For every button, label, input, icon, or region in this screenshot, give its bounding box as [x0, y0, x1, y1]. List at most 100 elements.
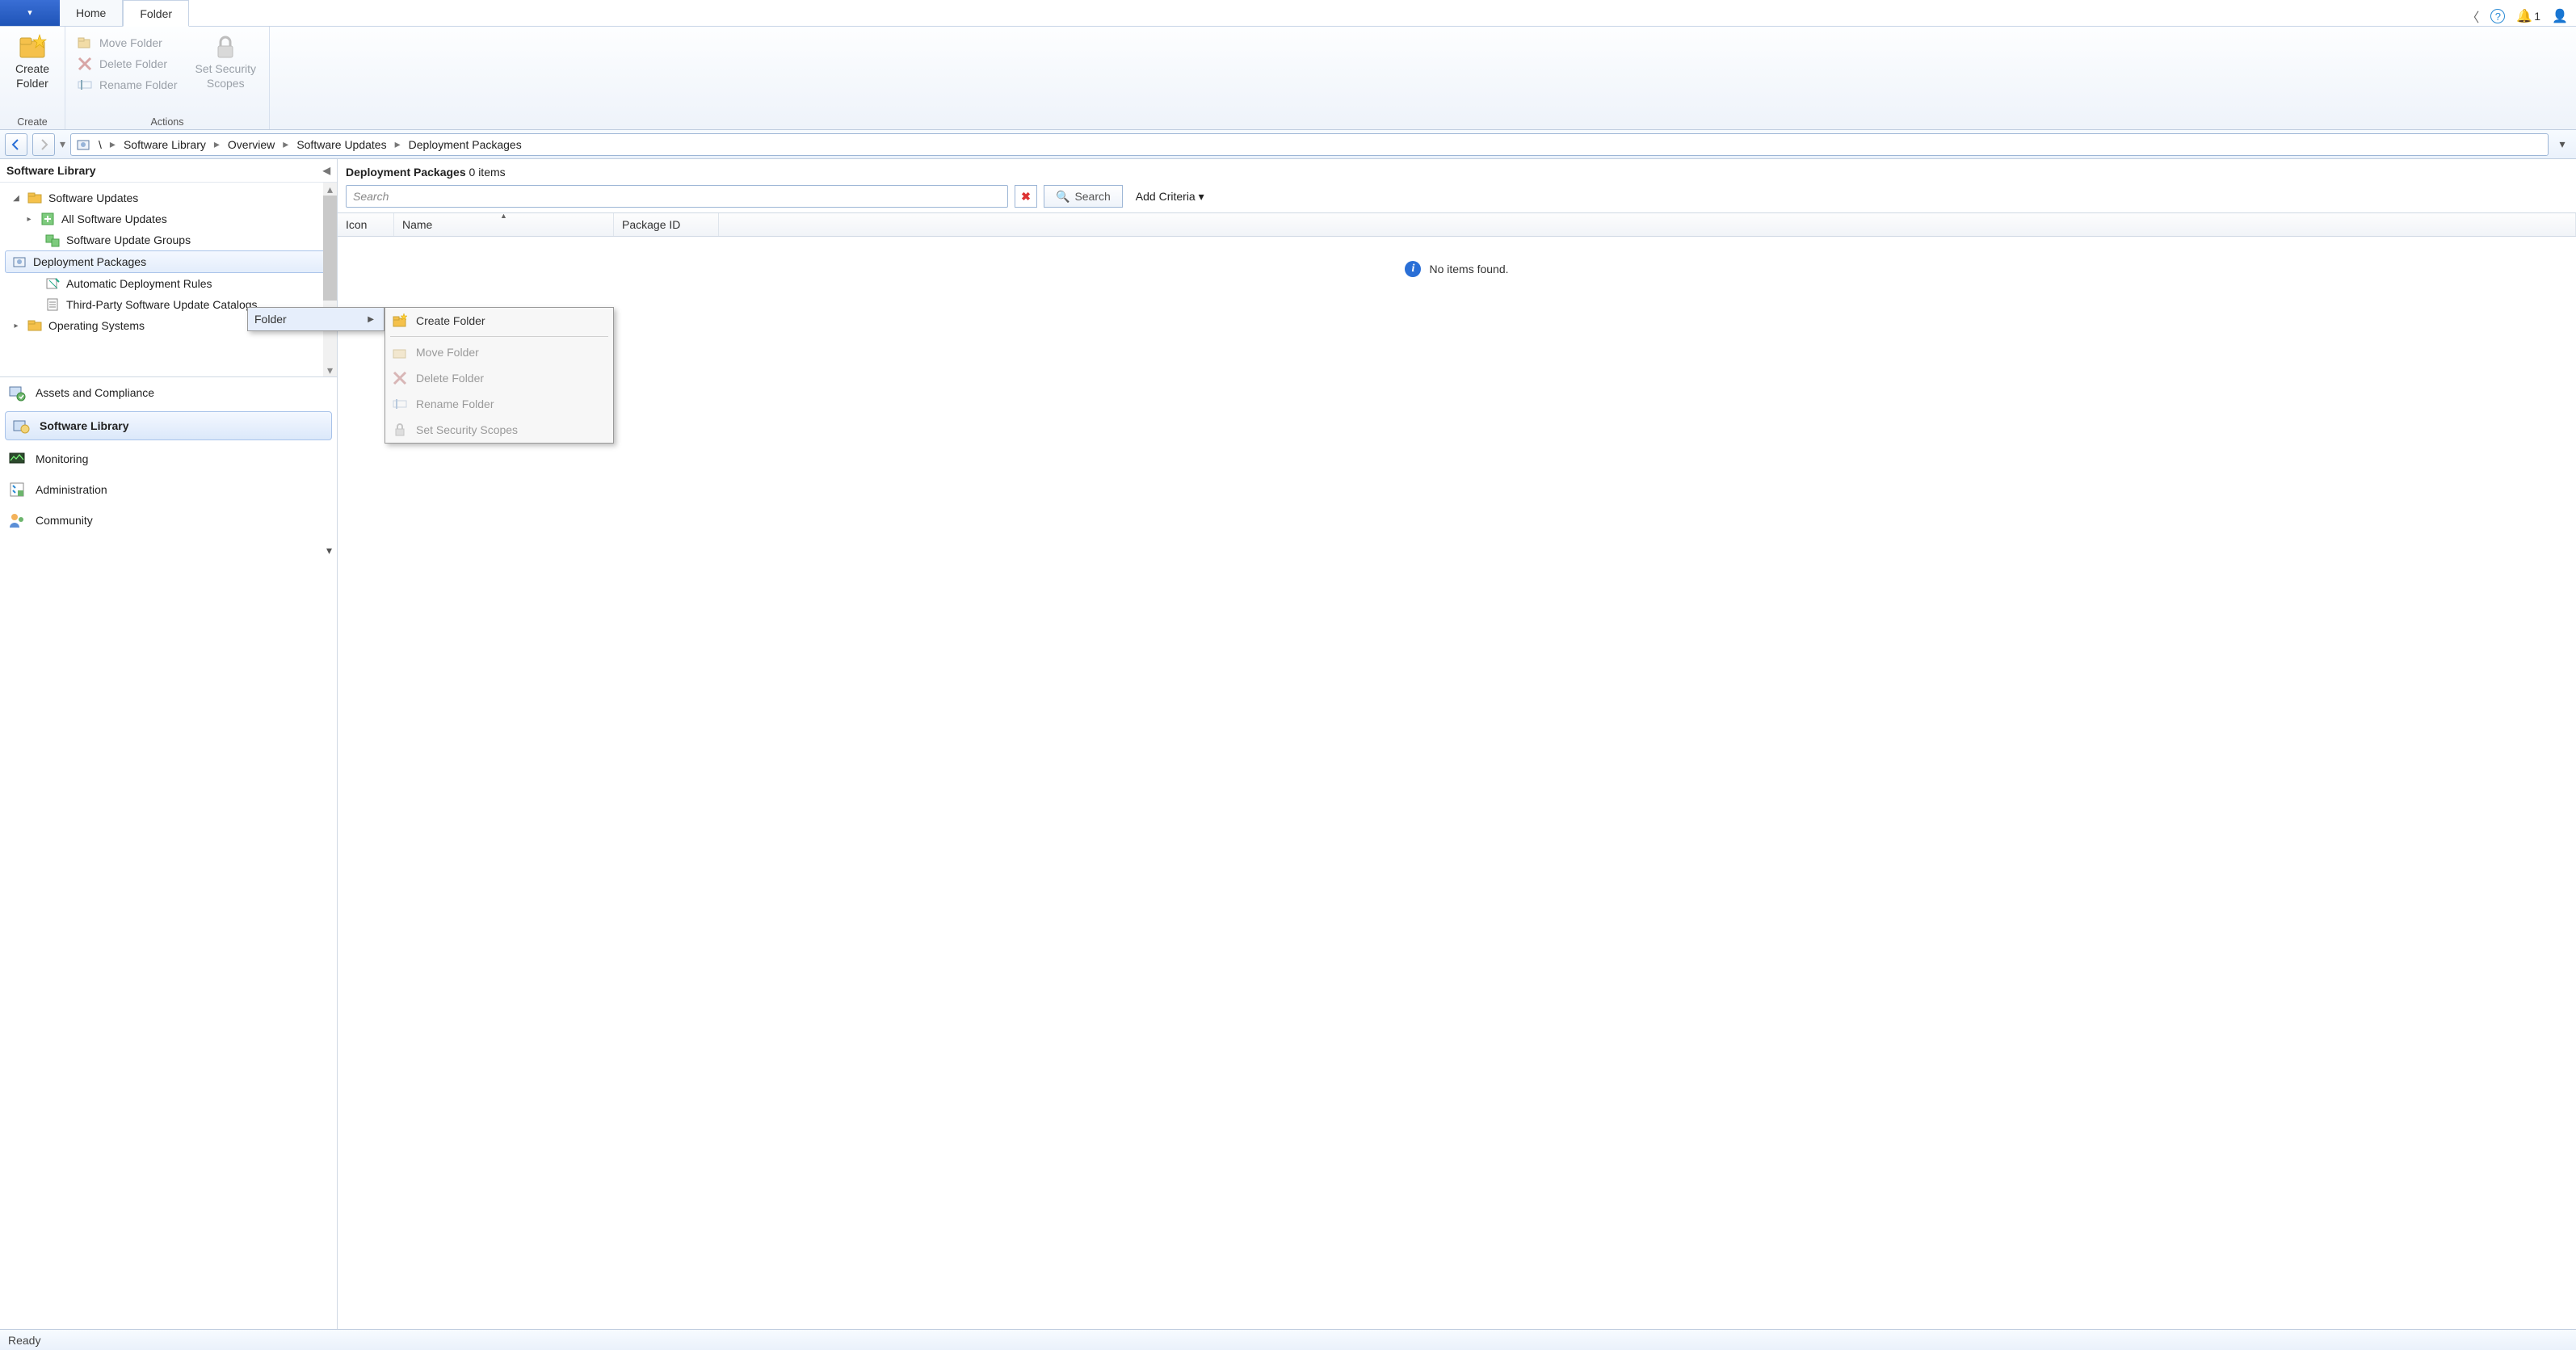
updates-icon: [40, 212, 55, 226]
rename-folder-label: Rename Folder: [99, 78, 178, 91]
wnav-monitoring[interactable]: Monitoring: [0, 444, 337, 474]
ctx-move-folder[interactable]: Move Folder: [385, 339, 613, 365]
set-security-scopes-button[interactable]: Set Security Scopes: [191, 30, 261, 93]
crumb-root[interactable]: \: [99, 138, 102, 151]
tree-software-updates[interactable]: ◢ Software Updates: [0, 187, 337, 208]
create-folder-label-2: Folder: [16, 77, 48, 90]
wnav-label: Administration: [36, 483, 107, 496]
crumb-software-updates[interactable]: Software Updates: [296, 138, 386, 151]
search-button[interactable]: 🔍 Search: [1044, 185, 1123, 208]
chevron-down-icon: ▾: [1199, 190, 1204, 203]
back-button[interactable]: [5, 133, 27, 156]
ctx-rename-folder[interactable]: Rename Folder: [385, 391, 613, 417]
tree-scroll-thumb[interactable]: [323, 196, 337, 301]
expand-icon[interactable]: ▸: [11, 322, 21, 330]
wnav-label: Software Library: [40, 419, 128, 432]
chevron-right-icon: ▸: [214, 137, 220, 151]
forward-button[interactable]: [32, 133, 55, 156]
empty-text: No items found.: [1429, 263, 1508, 275]
folder-icon: [27, 318, 42, 333]
add-criteria-button[interactable]: Add Criteria ▾: [1129, 190, 1204, 204]
move-folder-button[interactable]: Move Folder: [77, 35, 178, 51]
main-pane: Deployment Packages 0 items Search ✖ 🔍 S…: [338, 159, 2576, 1329]
crumb-software-library[interactable]: Software Library: [124, 138, 206, 151]
quick-access-dropdown[interactable]: [0, 0, 60, 26]
collapse-icon[interactable]: ◢: [11, 194, 21, 203]
scopes-label-1: Set Security: [195, 62, 256, 75]
create-folder-label-1: Create: [15, 62, 49, 75]
wnav-label: Monitoring: [36, 452, 88, 465]
search-icon: 🔍: [1056, 190, 1069, 204]
col-package-id[interactable]: Package ID: [614, 213, 719, 236]
breadcrumb[interactable]: \ ▸ Software Library ▸ Overview ▸ Softwa…: [70, 133, 2549, 156]
wnav-software-library[interactable]: Software Library: [5, 411, 332, 440]
tree-all-software-updates[interactable]: ▸ All Software Updates: [0, 208, 337, 229]
chevron-right-icon: ▸: [395, 137, 401, 151]
ctx-folder[interactable]: Folder: [248, 308, 384, 330]
ribbon-group-create: Create Folder Create: [0, 27, 65, 129]
ribbon-group-actions: Move Folder Delete Folder Rename Folder: [65, 27, 270, 129]
tree-scrollbar[interactable]: ▴ ▾: [323, 183, 337, 376]
ctx-folder-label: Folder: [254, 313, 287, 326]
titlebar-icons: 〈 ? 🔔1 👤: [2466, 6, 2576, 26]
ctx-delete-folder[interactable]: Delete Folder: [385, 365, 613, 391]
tree-software-update-groups[interactable]: Software Update Groups: [0, 229, 337, 250]
tree-automatic-deployment-rules[interactable]: Automatic Deployment Rules: [0, 273, 337, 294]
create-folder-button[interactable]: Create Folder: [8, 30, 57, 93]
wnav-community[interactable]: Community: [0, 505, 337, 536]
ribbon-collapse-icon[interactable]: 〈: [2466, 6, 2479, 26]
library-icon: [12, 417, 30, 435]
delete-folder-button[interactable]: Delete Folder: [77, 56, 178, 72]
status-bar: Ready: [0, 1329, 2576, 1350]
ctx-label: Create Folder: [416, 314, 485, 327]
delete-folder-label: Delete Folder: [99, 57, 167, 70]
feedback-icon[interactable]: 👤: [2552, 8, 2568, 24]
ctx-label: Set Security Scopes: [416, 423, 518, 436]
crumb-deployment-packages[interactable]: Deployment Packages: [409, 138, 522, 151]
crumb-overview[interactable]: Overview: [228, 138, 275, 151]
ribbon-group-create-label: Create: [17, 115, 48, 128]
col-name[interactable]: Name: [394, 213, 614, 236]
create-folder-icon: [17, 33, 48, 61]
search-input[interactable]: Search: [346, 185, 1008, 208]
deployment-packages-icon: [12, 254, 27, 269]
expand-icon[interactable]: ▸: [24, 215, 34, 224]
delete-folder-icon: [77, 56, 93, 72]
collapse-pane-icon[interactable]: ◀: [323, 165, 330, 176]
nav-tree: ▴ ▾ ◢ Software Updates ▸ All Software Up…: [0, 183, 337, 376]
ctx-separator: [390, 336, 608, 337]
tab-home[interactable]: Home: [60, 0, 123, 26]
ctx-create-folder[interactable]: Create Folder: [385, 308, 613, 334]
update-groups-icon: [45, 233, 60, 247]
wnav-assets[interactable]: Assets and Compliance: [0, 377, 337, 408]
main-title: Deployment Packages: [346, 166, 466, 179]
administration-icon: [8, 481, 26, 498]
tree-label: Software Update Groups: [66, 233, 191, 246]
chevron-right-icon: ▸: [110, 137, 116, 151]
tree-deployment-packages[interactable]: Deployment Packages: [5, 250, 332, 273]
help-icon[interactable]: ?: [2490, 9, 2505, 23]
status-text: Ready: [8, 1334, 40, 1347]
tree-label: Third-Party Software Update Catalogs: [66, 298, 258, 311]
history-dropdown-icon[interactable]: ▾: [60, 137, 65, 151]
create-folder-icon: [392, 313, 408, 329]
delete-folder-icon: [392, 370, 408, 386]
tab-folder[interactable]: Folder: [123, 0, 189, 27]
ctx-label: Move Folder: [416, 346, 479, 359]
tree-label: Operating Systems: [48, 319, 145, 332]
notifications-icon[interactable]: 🔔1: [2516, 8, 2540, 24]
lock-icon: [392, 422, 408, 438]
search-placeholder: Search: [353, 190, 389, 203]
clear-search-button[interactable]: ✖: [1015, 185, 1037, 208]
navigation-pane: Software Library ◀ ▴ ▾ ◢ Software Update…: [0, 159, 338, 1329]
breadcrumb-dropdown-icon[interactable]: ▾: [2553, 137, 2571, 151]
col-icon[interactable]: Icon: [338, 213, 394, 236]
rename-folder-button[interactable]: Rename Folder: [77, 77, 178, 93]
tree-label: Automatic Deployment Rules: [66, 277, 212, 290]
wunderbar-options-icon[interactable]: ▾: [326, 544, 332, 557]
ctx-set-security-scopes[interactable]: Set Security Scopes: [385, 417, 613, 443]
ctx-label: Delete Folder: [416, 372, 484, 385]
navigation-pane-title: Software Library: [6, 164, 95, 177]
catalog-icon: [45, 297, 60, 312]
wnav-administration[interactable]: Administration: [0, 474, 337, 505]
